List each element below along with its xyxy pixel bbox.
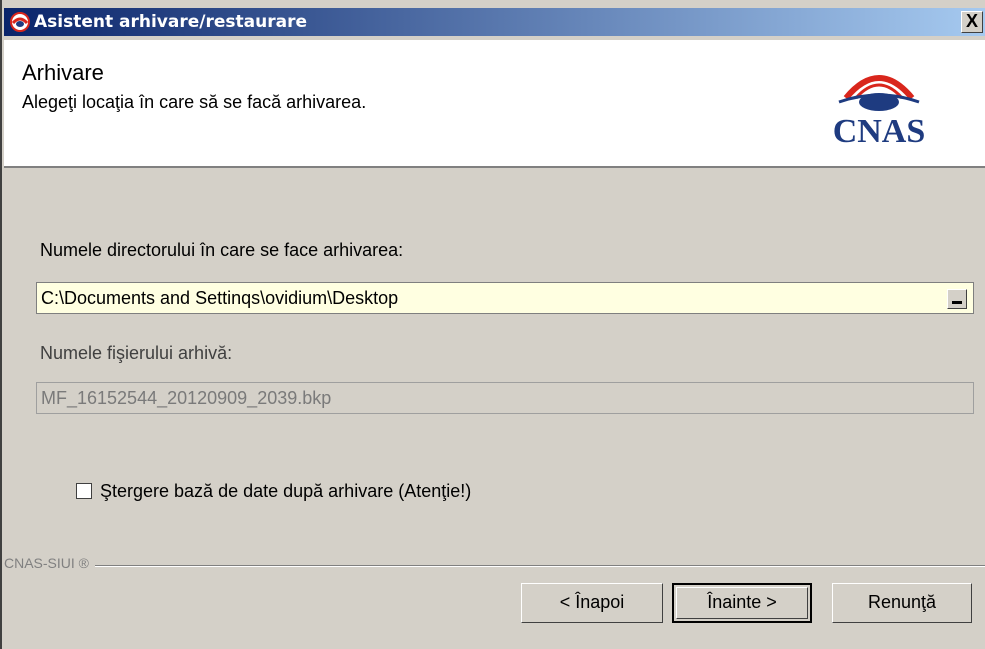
close-button[interactable]: X [961,11,983,33]
footer-divider [4,565,985,567]
browse-button[interactable] [947,289,967,309]
filename-value: MF_16152544_20120909_2039.bkp [41,388,332,408]
logo-text: CNAS [833,113,926,150]
delete-db-checkbox[interactable] [76,483,92,499]
page-subtitle: Alegeţi locaţia în care să se facă arhiv… [22,92,367,112]
filename-label: Numele fişierului arhivă: [40,343,233,363]
browse-icon [952,301,962,304]
back-button[interactable]: < Înapoi [521,583,663,623]
cnas-logo: CNAS [833,75,926,150]
delete-db-label[interactable]: Ştergere bază de date după arhivare (Ate… [100,481,471,502]
cancel-button[interactable]: Renunţă [832,583,972,623]
page-title: Arhivare [22,60,104,85]
window-title: Asistent arhivare/restaurare [34,12,307,32]
brand-label: CNAS-SIUI ® [4,555,95,571]
close-icon: X [965,11,978,31]
dialog-window: Asistent arhivare/restaurare X Arhivare … [0,0,985,649]
title-bar[interactable]: Asistent arhivare/restaurare X [4,8,985,36]
next-button[interactable]: Înainte > [672,583,812,623]
directory-value[interactable]: C:\Documents and Settinqs\ovidium\Deskto… [41,288,398,309]
directory-label: Numele directorului în care se face arhi… [40,240,404,260]
filename-input: MF_16152544_20120909_2039.bkp [36,382,974,414]
wizard-header: Arhivare Alegeţi locaţia în care să se f… [4,40,985,168]
cnas-app-icon [10,12,30,32]
directory-input[interactable]: C:\Documents and Settinqs\ovidium\Deskto… [36,282,974,314]
